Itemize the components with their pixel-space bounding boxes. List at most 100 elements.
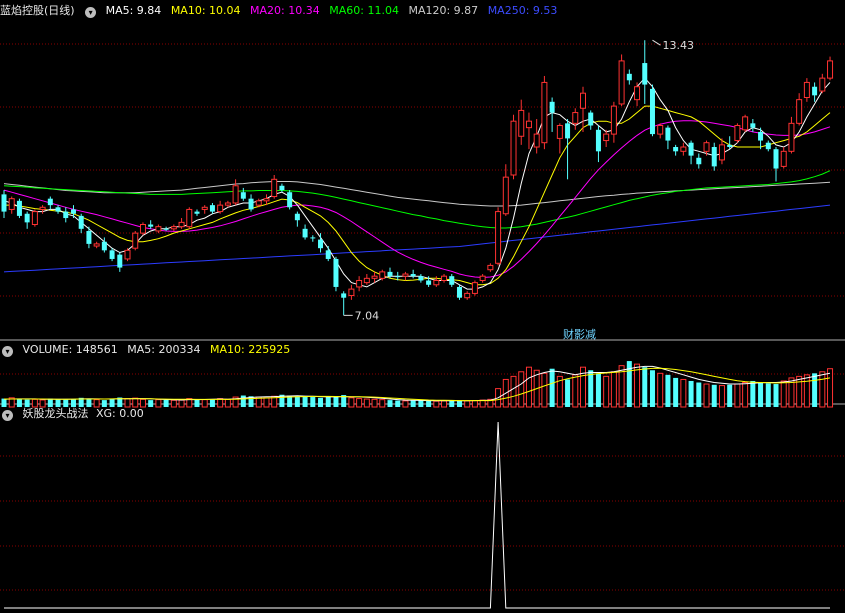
candle-body xyxy=(318,239,324,249)
volume-bar xyxy=(426,400,432,407)
candle-body xyxy=(209,205,215,212)
candle-body xyxy=(271,178,278,198)
candle-body xyxy=(1,194,7,212)
candle-body xyxy=(773,149,779,169)
candle-body xyxy=(718,144,725,161)
candle-body xyxy=(556,124,563,139)
candle-body xyxy=(410,274,416,277)
volume-bar xyxy=(1,398,7,407)
candle-body xyxy=(217,204,224,213)
candle-body xyxy=(510,120,517,176)
volume-bar xyxy=(827,368,834,408)
volume-bar xyxy=(395,400,401,407)
volume-bar xyxy=(363,398,370,408)
candle-body xyxy=(302,228,308,238)
volume-bar xyxy=(703,383,710,408)
candle-body xyxy=(502,176,509,215)
volume-bar xyxy=(101,400,107,407)
candle-body xyxy=(371,275,378,279)
volume-bar xyxy=(449,400,455,407)
candle-body xyxy=(232,185,239,204)
candle-body xyxy=(333,258,339,287)
volume-bar xyxy=(803,374,810,408)
volume-bar xyxy=(456,400,462,407)
candle-body xyxy=(294,213,300,221)
candle-body xyxy=(348,288,355,297)
volume-bar xyxy=(410,400,416,407)
volume-bar xyxy=(595,373,601,407)
candle-body xyxy=(812,86,818,96)
candle-body xyxy=(194,211,200,214)
volume-bar xyxy=(387,400,393,407)
candle-body xyxy=(387,271,393,277)
volume-bar xyxy=(773,384,779,407)
candle-body xyxy=(132,232,139,249)
volume-bar xyxy=(132,397,139,408)
volume-bar xyxy=(642,367,648,407)
volume-bar xyxy=(63,399,69,407)
candle-body xyxy=(533,133,540,148)
candle-body xyxy=(642,63,648,85)
candle-body xyxy=(101,241,107,251)
candle-body xyxy=(727,144,733,148)
candle-body xyxy=(742,116,749,131)
candle-body xyxy=(47,198,53,206)
candle-body xyxy=(163,228,169,230)
volume-bar xyxy=(124,398,131,408)
candle-body xyxy=(39,206,46,210)
candle-body xyxy=(688,142,694,156)
volume-bar xyxy=(518,371,525,408)
candle-body xyxy=(117,254,123,268)
candle-body xyxy=(827,60,834,79)
candle-body xyxy=(588,112,594,126)
candle-body xyxy=(788,122,795,152)
candle-body xyxy=(618,60,625,105)
volume-bar xyxy=(603,375,610,408)
volume-bar xyxy=(109,399,115,407)
candle-body xyxy=(263,198,270,202)
candle-body xyxy=(70,209,76,214)
volume-bar xyxy=(170,399,177,408)
volume-bar xyxy=(302,396,308,407)
candle-body xyxy=(379,271,386,279)
volume-bar xyxy=(163,399,169,407)
volume-bar xyxy=(673,377,679,407)
candle-body xyxy=(580,92,586,109)
candle-body xyxy=(139,224,146,234)
candle-body xyxy=(155,226,162,232)
candle-body xyxy=(471,282,478,294)
signal-tag-label: 财影减 xyxy=(563,327,596,341)
volume-bar xyxy=(541,372,548,408)
candle-body xyxy=(426,280,432,285)
candle-body xyxy=(603,133,610,142)
candle-body xyxy=(549,101,555,113)
candle-body xyxy=(487,264,494,271)
stock-chart[interactable]: 13.43 7.04 财影减 xyxy=(0,0,845,613)
volume-bar xyxy=(310,397,316,407)
volume-bar xyxy=(734,383,741,408)
candle-body xyxy=(186,208,193,228)
candle-body xyxy=(750,123,756,128)
volume-bar xyxy=(325,397,331,407)
volume-bar xyxy=(348,397,355,408)
candle-body xyxy=(78,215,84,229)
candle-body xyxy=(109,250,115,259)
volume-bar xyxy=(194,399,200,407)
candle-body xyxy=(479,275,486,281)
candle-body xyxy=(240,192,246,199)
volume-bar xyxy=(758,382,764,407)
candle-body xyxy=(224,202,231,206)
high-price-label: 13.43 xyxy=(662,39,694,52)
volume-bar xyxy=(765,383,771,407)
volume-bar xyxy=(263,397,270,408)
volume-bar xyxy=(24,399,30,407)
candle-body xyxy=(449,276,455,285)
volume-bar xyxy=(464,400,471,408)
volume-bar xyxy=(178,399,185,408)
volume-bar xyxy=(55,399,61,407)
volume-bar xyxy=(379,399,386,408)
volume-bar xyxy=(155,399,162,408)
candle-body xyxy=(86,230,92,244)
volume-bar xyxy=(718,385,725,408)
candle-body xyxy=(24,213,30,223)
